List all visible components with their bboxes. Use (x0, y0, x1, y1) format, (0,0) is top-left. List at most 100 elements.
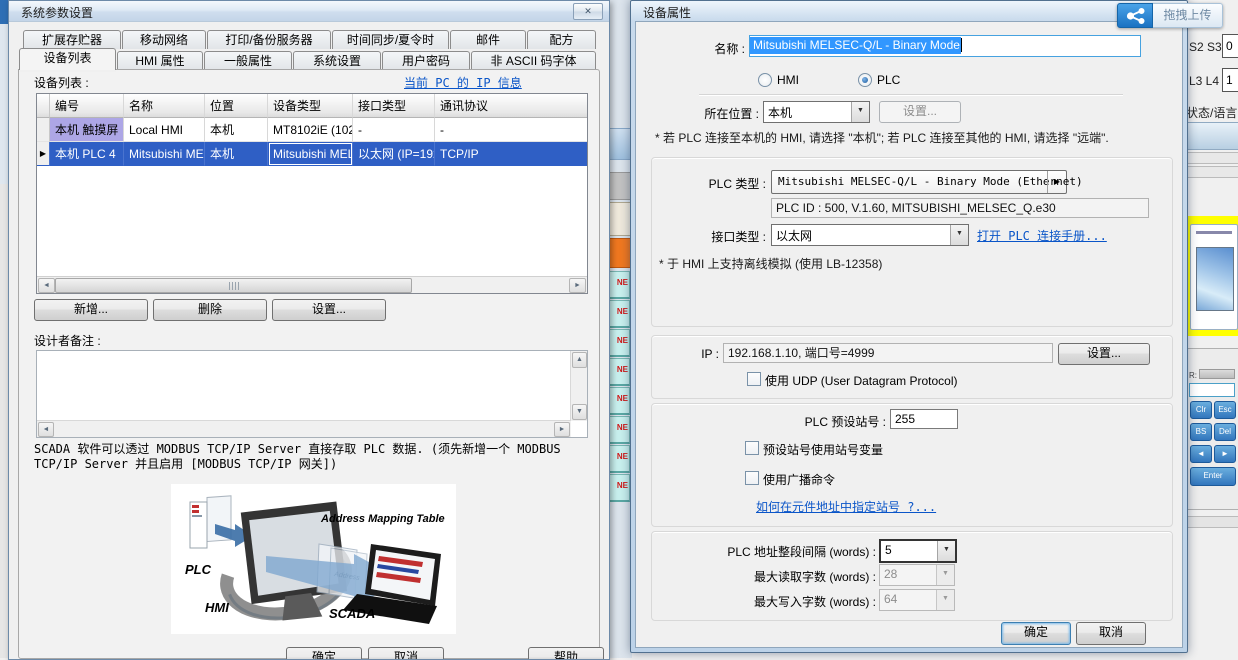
interval-dropdown[interactable]: 5 ▼ (879, 539, 957, 563)
hmi-radio-label[interactable]: HMI (777, 73, 799, 87)
state-cell-1[interactable]: 1 (1222, 68, 1238, 92)
ip-settings-button[interactable]: 设置... (1058, 343, 1150, 365)
name-label: 名称 : (671, 40, 745, 57)
broadcast-checkbox-label[interactable]: 使用广播命令 (763, 471, 835, 488)
location-settings-button[interactable]: 设置... (879, 101, 961, 123)
keypad-enter-button[interactable]: Enter (1190, 467, 1236, 486)
tab-time-sync[interactable]: 时间同步/夏令时 (332, 30, 449, 49)
plc-radio[interactable] (858, 73, 872, 87)
station-help-link[interactable]: 如何在元件地址中指定站号 ?... (756, 498, 936, 515)
tab-system-settings[interactable]: 系统设置 (293, 51, 381, 70)
location-value: 本机 (768, 104, 849, 121)
scroll-right-arrow[interactable]: ► (569, 278, 586, 293)
cell-name[interactable]: Mitsubishi MEL... (124, 142, 205, 166)
system-parameter-titlebar[interactable]: 系统参数设置 ✕ (9, 1, 609, 22)
location-note: * 若 PLC 连接至本机的 HMI, 请选择 "本机"; 若 PLC 连接至其… (655, 129, 1109, 146)
station-variable-checkbox-label[interactable]: 预设站号使用站号变量 (763, 441, 883, 458)
ip-label: IP : (681, 347, 719, 361)
cell-device-type-focused[interactable]: Mitsubishi MEL... (268, 142, 353, 166)
textarea-scroll-right[interactable]: ► (554, 422, 570, 437)
pc-ip-info-link[interactable]: 当前 PC 的 IP 信息 (404, 74, 522, 91)
max-read-dropdown: 28 ▼ (879, 564, 955, 586)
state-cell-0[interactable]: 0 (1222, 34, 1238, 58)
col-name[interactable]: 名称 (124, 94, 205, 118)
tab-general[interactable]: 一般属性 (204, 51, 292, 70)
add-device-button[interactable]: 新增... (34, 299, 148, 321)
table-row-selected[interactable]: ▶ 本机 PLC 4 Mitsubishi MEL... 本机 Mitsubis… (37, 142, 587, 166)
cancel-button[interactable]: 取消 (1076, 622, 1146, 645)
plc-radio-label[interactable]: PLC (877, 73, 900, 87)
tab-device-list[interactable]: 设备列表 (19, 48, 116, 70)
window-thumbnail[interactable] (1196, 247, 1234, 311)
cell-interface[interactable]: 以太网 (IP=192... (353, 142, 435, 166)
row-selector-marker[interactable]: ▶ (37, 142, 50, 166)
ok-button[interactable]: 确定 (286, 647, 362, 660)
location-dropdown[interactable]: 本机 ▼ (763, 101, 870, 123)
station-variable-checkbox[interactable] (745, 441, 759, 455)
cell-protocol[interactable]: TCP/IP (435, 142, 587, 166)
cell-protocol[interactable]: - (435, 118, 587, 142)
plc-type-dropdown[interactable]: Mitsubishi MELSEC-Q/L - Binary Mode (Eth… (771, 170, 1067, 194)
col-id[interactable]: 编号 (50, 94, 124, 118)
scroll-thumb[interactable] (55, 278, 412, 293)
tab-cellular[interactable]: 移动网络 (122, 30, 206, 49)
object-list-item: NE (608, 445, 630, 473)
col-device-type[interactable]: 设备类型 (268, 94, 353, 118)
ok-button[interactable]: 确定 (1001, 622, 1071, 645)
keypad-input-preview[interactable] (1189, 383, 1235, 397)
open-plc-manual-link[interactable]: 打开 PLC 连接手册... (977, 227, 1107, 244)
keypad-clr-button[interactable]: Clr (1190, 401, 1212, 419)
designer-note-textarea[interactable]: ▲ ▼ ◄ ► (36, 350, 588, 438)
cancel-button[interactable]: 取消 (368, 647, 444, 660)
col-location[interactable]: 位置 (205, 94, 268, 118)
cell-id[interactable]: 本机 PLC 4 (50, 142, 124, 166)
delete-device-button[interactable]: 删除 (153, 299, 267, 321)
cell-id[interactable]: 本机 触摸屏 (50, 118, 124, 142)
tab-printer-backup[interactable]: 打印/备份服务器 (207, 30, 331, 49)
table-row[interactable]: 本机 触摸屏 Local HMI 本机 MT8102iE (102... - - (37, 118, 587, 142)
cell-name[interactable]: Local HMI (124, 118, 205, 142)
keypad-bs-button[interactable]: BS (1190, 423, 1212, 441)
device-settings-button[interactable]: 设置... (272, 299, 386, 321)
keypad-del-button[interactable]: Del (1214, 423, 1236, 441)
tab-email[interactable]: 邮件 (450, 30, 526, 49)
drag-upload-button[interactable]: 拖拽上传 (1117, 3, 1223, 28)
udp-checkbox[interactable] (747, 372, 761, 386)
cell-location[interactable]: 本机 (205, 142, 268, 166)
name-input-selection: Mitsubishi MELSEC-Q/L - Binary Mode (750, 37, 961, 54)
device-table[interactable]: 编号 名称 位置 设备类型 接口类型 通讯协议 本机 触摸屏 Local HMI… (36, 93, 588, 294)
station-input[interactable]: 255 (890, 409, 958, 429)
col-interface[interactable]: 接口类型 (353, 94, 435, 118)
tab-non-ascii-fonts[interactable]: 非 ASCII 码字体 (471, 51, 596, 70)
cell-interface[interactable]: - (353, 118, 435, 142)
chevron-down-icon[interactable]: ▼ (851, 102, 869, 122)
close-button[interactable]: ✕ (573, 3, 603, 20)
tab-recipe[interactable]: 配方 (527, 30, 596, 49)
chevron-down-icon[interactable]: ▼ (937, 541, 955, 561)
plc-type-expand-arrow[interactable]: ▶ (1047, 171, 1066, 193)
interface-type-dropdown[interactable]: 以太网 ▼ (771, 224, 969, 246)
keypad-right-button[interactable]: ► (1214, 445, 1236, 463)
scroll-left-arrow[interactable]: ◄ (38, 278, 55, 293)
keypad-left-button[interactable]: ◄ (1190, 445, 1212, 463)
col-protocol[interactable]: 通讯协议 (435, 94, 587, 118)
textarea-scroll-left[interactable]: ◄ (38, 422, 54, 437)
broadcast-checkbox[interactable] (745, 471, 759, 485)
tab-extended-memory[interactable]: 扩展存贮器 (23, 30, 121, 49)
udp-checkbox-label[interactable]: 使用 UDP (User Datagram Protocol) (765, 372, 958, 389)
help-button[interactable]: 帮助 (528, 647, 604, 660)
tab-hmi-attributes[interactable]: HMI 属性 (117, 51, 203, 70)
hmi-radio[interactable] (758, 73, 772, 87)
address-mapping-diagram: Address PLC HMI SCADA Address Mapping Ta… (171, 484, 456, 634)
cell-location[interactable]: 本机 (205, 118, 268, 142)
chevron-down-icon[interactable]: ▼ (950, 225, 968, 245)
row-selector[interactable] (37, 118, 50, 142)
textarea-scroll-up[interactable]: ▲ (572, 352, 587, 368)
keypad-esc-button[interactable]: Esc (1214, 401, 1236, 419)
tab-user-password[interactable]: 用户密码 (382, 51, 470, 70)
textarea-scroll-down[interactable]: ▼ (572, 404, 587, 420)
cell-device-type[interactable]: MT8102iE (102... (268, 118, 353, 142)
table-h-scrollbar[interactable]: ◄ ► (37, 276, 587, 293)
name-input[interactable]: Mitsubishi MELSEC-Q/L - Binary Mode (749, 35, 1141, 57)
scada-note: SCADA 软件可以透过 MODBUS TCP/IP Server 直接存取 P… (34, 442, 592, 472)
